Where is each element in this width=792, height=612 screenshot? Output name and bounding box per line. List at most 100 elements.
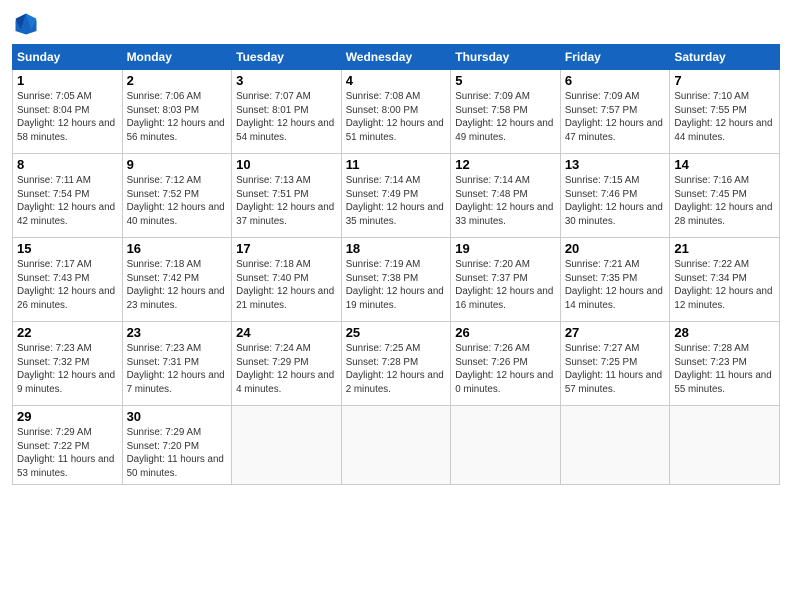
page-container: Sunday Monday Tuesday Wednesday Thursday… xyxy=(0,0,792,493)
day-info: Sunrise: 7:17 AMSunset: 7:43 PMDaylight:… xyxy=(17,259,115,311)
day-number: 2 xyxy=(127,73,228,88)
table-row: 28 Sunrise: 7:28 AMSunset: 7:23 PMDaylig… xyxy=(670,322,780,406)
day-number: 11 xyxy=(346,157,447,172)
table-row: 18 Sunrise: 7:19 AMSunset: 7:38 PMDaylig… xyxy=(341,238,451,322)
calendar-week-row: 8 Sunrise: 7:11 AMSunset: 7:54 PMDayligh… xyxy=(13,154,780,238)
day-info: Sunrise: 7:11 AMSunset: 7:54 PMDaylight:… xyxy=(17,175,115,227)
table-row xyxy=(451,406,561,485)
day-number: 18 xyxy=(346,241,447,256)
calendar-week-row: 15 Sunrise: 7:17 AMSunset: 7:43 PMDaylig… xyxy=(13,238,780,322)
table-row: 11 Sunrise: 7:14 AMSunset: 7:49 PMDaylig… xyxy=(341,154,451,238)
table-row: 30 Sunrise: 7:29 AMSunset: 7:20 PMDaylig… xyxy=(122,406,232,485)
table-row: 22 Sunrise: 7:23 AMSunset: 7:32 PMDaylig… xyxy=(13,322,123,406)
day-number: 4 xyxy=(346,73,447,88)
day-number: 26 xyxy=(455,325,556,340)
col-saturday: Saturday xyxy=(670,45,780,70)
table-row xyxy=(670,406,780,485)
table-row: 4 Sunrise: 7:08 AMSunset: 8:00 PMDayligh… xyxy=(341,70,451,154)
table-row: 24 Sunrise: 7:24 AMSunset: 7:29 PMDaylig… xyxy=(232,322,342,406)
day-info: Sunrise: 7:14 AMSunset: 7:48 PMDaylight:… xyxy=(455,175,553,227)
day-number: 30 xyxy=(127,409,228,424)
day-info: Sunrise: 7:06 AMSunset: 8:03 PMDaylight:… xyxy=(127,91,225,143)
day-number: 21 xyxy=(674,241,775,256)
day-info: Sunrise: 7:25 AMSunset: 7:28 PMDaylight:… xyxy=(346,343,444,395)
day-number: 29 xyxy=(17,409,118,424)
day-info: Sunrise: 7:19 AMSunset: 7:38 PMDaylight:… xyxy=(346,259,444,311)
col-friday: Friday xyxy=(560,45,670,70)
day-number: 16 xyxy=(127,241,228,256)
table-row: 1 Sunrise: 7:05 AMSunset: 8:04 PMDayligh… xyxy=(13,70,123,154)
day-number: 5 xyxy=(455,73,556,88)
day-number: 24 xyxy=(236,325,337,340)
table-row: 2 Sunrise: 7:06 AMSunset: 8:03 PMDayligh… xyxy=(122,70,232,154)
day-number: 10 xyxy=(236,157,337,172)
day-number: 12 xyxy=(455,157,556,172)
table-row: 23 Sunrise: 7:23 AMSunset: 7:31 PMDaylig… xyxy=(122,322,232,406)
day-info: Sunrise: 7:09 AMSunset: 7:58 PMDaylight:… xyxy=(455,91,553,143)
table-row: 5 Sunrise: 7:09 AMSunset: 7:58 PMDayligh… xyxy=(451,70,561,154)
day-info: Sunrise: 7:05 AMSunset: 8:04 PMDaylight:… xyxy=(17,91,115,143)
calendar-week-row: 22 Sunrise: 7:23 AMSunset: 7:32 PMDaylig… xyxy=(13,322,780,406)
day-info: Sunrise: 7:26 AMSunset: 7:26 PMDaylight:… xyxy=(455,343,553,395)
day-number: 1 xyxy=(17,73,118,88)
day-info: Sunrise: 7:18 AMSunset: 7:40 PMDaylight:… xyxy=(236,259,334,311)
day-number: 28 xyxy=(674,325,775,340)
day-info: Sunrise: 7:24 AMSunset: 7:29 PMDaylight:… xyxy=(236,343,334,395)
day-info: Sunrise: 7:29 AMSunset: 7:22 PMDaylight:… xyxy=(17,427,114,479)
col-sunday: Sunday xyxy=(13,45,123,70)
table-row: 21 Sunrise: 7:22 AMSunset: 7:34 PMDaylig… xyxy=(670,238,780,322)
table-row: 6 Sunrise: 7:09 AMSunset: 7:57 PMDayligh… xyxy=(560,70,670,154)
table-row xyxy=(232,406,342,485)
calendar-week-row: 29 Sunrise: 7:29 AMSunset: 7:22 PMDaylig… xyxy=(13,406,780,485)
table-row: 25 Sunrise: 7:25 AMSunset: 7:28 PMDaylig… xyxy=(341,322,451,406)
day-info: Sunrise: 7:22 AMSunset: 7:34 PMDaylight:… xyxy=(674,259,772,311)
day-info: Sunrise: 7:10 AMSunset: 7:55 PMDaylight:… xyxy=(674,91,772,143)
calendar-table: Sunday Monday Tuesday Wednesday Thursday… xyxy=(12,44,780,485)
day-number: 8 xyxy=(17,157,118,172)
day-number: 25 xyxy=(346,325,447,340)
col-tuesday: Tuesday xyxy=(232,45,342,70)
day-number: 17 xyxy=(236,241,337,256)
day-number: 27 xyxy=(565,325,666,340)
calendar-header-row: Sunday Monday Tuesday Wednesday Thursday… xyxy=(13,45,780,70)
col-thursday: Thursday xyxy=(451,45,561,70)
day-info: Sunrise: 7:09 AMSunset: 7:57 PMDaylight:… xyxy=(565,91,663,143)
table-row: 7 Sunrise: 7:10 AMSunset: 7:55 PMDayligh… xyxy=(670,70,780,154)
day-number: 22 xyxy=(17,325,118,340)
day-number: 15 xyxy=(17,241,118,256)
col-monday: Monday xyxy=(122,45,232,70)
table-row: 12 Sunrise: 7:14 AMSunset: 7:48 PMDaylig… xyxy=(451,154,561,238)
table-row: 26 Sunrise: 7:26 AMSunset: 7:26 PMDaylig… xyxy=(451,322,561,406)
day-info: Sunrise: 7:15 AMSunset: 7:46 PMDaylight:… xyxy=(565,175,663,227)
logo-icon xyxy=(12,10,40,38)
day-number: 14 xyxy=(674,157,775,172)
table-row: 10 Sunrise: 7:13 AMSunset: 7:51 PMDaylig… xyxy=(232,154,342,238)
day-number: 7 xyxy=(674,73,775,88)
day-number: 6 xyxy=(565,73,666,88)
day-info: Sunrise: 7:28 AMSunset: 7:23 PMDaylight:… xyxy=(674,343,771,395)
table-row: 9 Sunrise: 7:12 AMSunset: 7:52 PMDayligh… xyxy=(122,154,232,238)
day-info: Sunrise: 7:20 AMSunset: 7:37 PMDaylight:… xyxy=(455,259,553,311)
day-info: Sunrise: 7:12 AMSunset: 7:52 PMDaylight:… xyxy=(127,175,225,227)
day-number: 23 xyxy=(127,325,228,340)
day-number: 3 xyxy=(236,73,337,88)
day-info: Sunrise: 7:18 AMSunset: 7:42 PMDaylight:… xyxy=(127,259,225,311)
calendar-week-row: 1 Sunrise: 7:05 AMSunset: 8:04 PMDayligh… xyxy=(13,70,780,154)
table-row: 15 Sunrise: 7:17 AMSunset: 7:43 PMDaylig… xyxy=(13,238,123,322)
table-row: 8 Sunrise: 7:11 AMSunset: 7:54 PMDayligh… xyxy=(13,154,123,238)
logo xyxy=(12,10,44,38)
table-row: 29 Sunrise: 7:29 AMSunset: 7:22 PMDaylig… xyxy=(13,406,123,485)
table-row: 20 Sunrise: 7:21 AMSunset: 7:35 PMDaylig… xyxy=(560,238,670,322)
day-info: Sunrise: 7:07 AMSunset: 8:01 PMDaylight:… xyxy=(236,91,334,143)
table-row xyxy=(560,406,670,485)
day-info: Sunrise: 7:29 AMSunset: 7:20 PMDaylight:… xyxy=(127,427,224,479)
table-row: 19 Sunrise: 7:20 AMSunset: 7:37 PMDaylig… xyxy=(451,238,561,322)
day-number: 13 xyxy=(565,157,666,172)
table-row: 17 Sunrise: 7:18 AMSunset: 7:40 PMDaylig… xyxy=(232,238,342,322)
table-row: 3 Sunrise: 7:07 AMSunset: 8:01 PMDayligh… xyxy=(232,70,342,154)
table-row: 13 Sunrise: 7:15 AMSunset: 7:46 PMDaylig… xyxy=(560,154,670,238)
day-info: Sunrise: 7:08 AMSunset: 8:00 PMDaylight:… xyxy=(346,91,444,143)
day-number: 20 xyxy=(565,241,666,256)
table-row: 14 Sunrise: 7:16 AMSunset: 7:45 PMDaylig… xyxy=(670,154,780,238)
day-info: Sunrise: 7:13 AMSunset: 7:51 PMDaylight:… xyxy=(236,175,334,227)
